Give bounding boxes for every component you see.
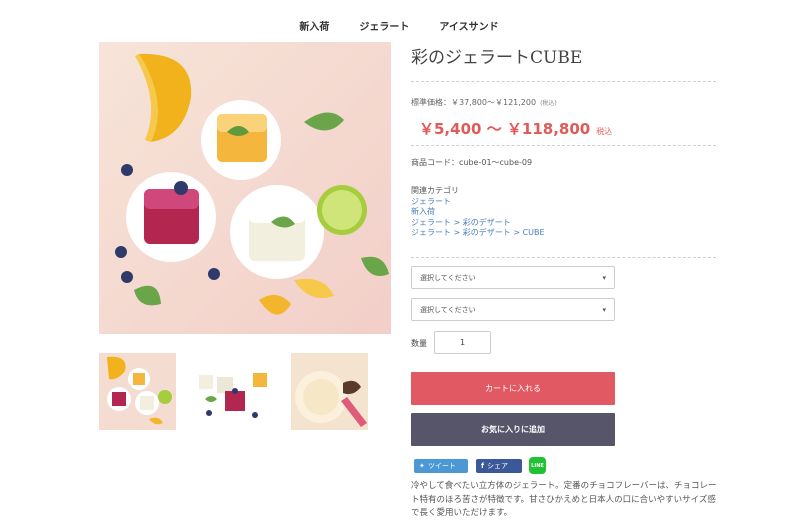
nav-item-ice-sandwich[interactable]: アイスサンド — [439, 18, 498, 33]
divider — [411, 257, 716, 258]
facebook-icon: f — [481, 462, 485, 470]
tweet-label: ツイート — [427, 462, 456, 470]
twitter-bird-icon: ✦ — [419, 462, 425, 470]
thumbnail-2[interactable] — [195, 353, 272, 430]
product-code: 商品コード：cube-01～cube-09 — [411, 158, 533, 167]
divider — [411, 145, 716, 146]
product-description: 冷やして食べたい立方体のジェラート。定番のチョコフレーバーは、チョコレート特有の… — [411, 481, 717, 518]
msrp-tax-label: (税込) — [540, 100, 557, 107]
main-product-image — [99, 42, 391, 334]
divider — [411, 81, 716, 82]
thumbnail-3-image — [291, 353, 368, 430]
add-to-cart-button[interactable]: カートに入れる — [411, 372, 615, 405]
share-label: シェア — [487, 462, 509, 470]
facebook-share-button[interactable]: f シェア — [476, 459, 522, 473]
option-select-1[interactable]: 選択してください ▾ — [411, 266, 615, 289]
sale-price: ￥5,400 ～ ￥118,800 税込 — [419, 118, 612, 139]
thumbnail-2-image — [195, 353, 272, 430]
category-link-new[interactable]: 新入荷 — [411, 207, 545, 218]
quantity-input[interactable]: 1 — [434, 331, 491, 354]
category-link-gelato-dessert[interactable]: ジェラート > 彩のデザート — [411, 218, 545, 229]
msrp-value: 標準価格：￥37,800～￥121,200 — [411, 98, 537, 107]
thumbnail-3[interactable] — [291, 353, 368, 430]
top-nav: 新入荷 ジェラート アイスサンド — [0, 18, 798, 33]
product-title: 彩のジェラートCUBE — [411, 48, 583, 68]
tweet-button[interactable]: ✦ ツイート — [414, 459, 468, 473]
dropdown-arrow-icon: ▾ — [602, 273, 606, 282]
line-share-button[interactable]: LINE — [529, 457, 546, 474]
related-categories: 関連カテゴリ ジェラート 新入荷 ジェラート > 彩のデザート ジェラート > … — [411, 186, 545, 239]
price-value: ￥5,400 ～ ￥118,800 — [419, 120, 591, 138]
quantity-label: 数量 — [411, 339, 427, 348]
dropdown-arrow-icon: ▾ — [602, 305, 606, 314]
category-link-gelato-dessert-cube[interactable]: ジェラート > 彩のデザート > CUBE — [411, 228, 545, 239]
categories-heading: 関連カテゴリ — [411, 186, 459, 195]
nav-item-gelato[interactable]: ジェラート — [359, 18, 409, 33]
thumbnail-1-image — [99, 353, 176, 430]
category-link-gelato[interactable]: ジェラート — [411, 197, 545, 208]
option-select-2[interactable]: 選択してください ▾ — [411, 298, 615, 321]
option-select-1-value: 選択してください — [420, 273, 476, 282]
msrp-price: 標準価格：￥37,800～￥121,200 (税込) — [411, 97, 557, 108]
option-select-2-value: 選択してください — [420, 305, 476, 314]
gelato-photo — [99, 42, 391, 334]
add-to-favorites-button[interactable]: お気に入りに追加 — [411, 413, 615, 446]
nav-item-new[interactable]: 新入荷 — [299, 18, 329, 33]
thumbnail-1[interactable] — [99, 353, 176, 430]
price-tax-label: 税込 — [596, 127, 613, 136]
line-icon: LINE — [531, 462, 544, 469]
